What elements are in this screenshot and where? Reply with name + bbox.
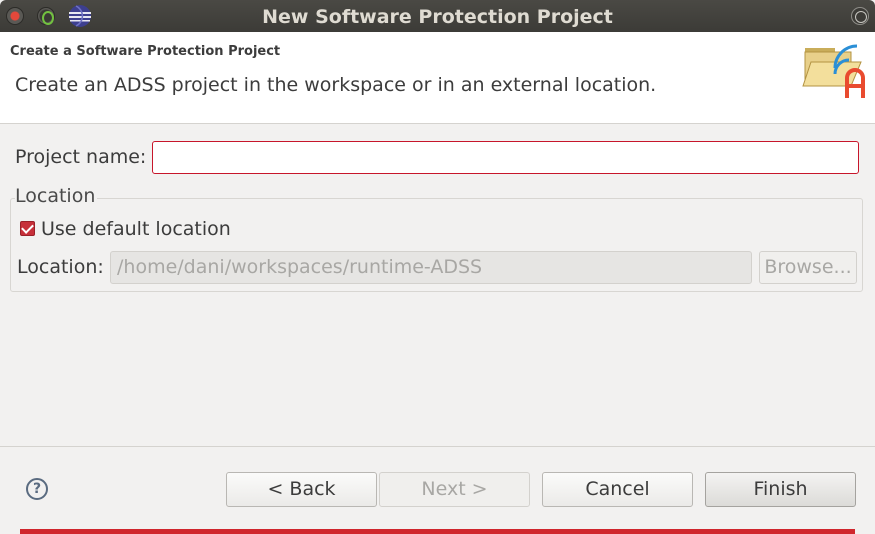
cancel-button[interactable]: Cancel [542,472,693,507]
next-button: Next > [379,472,530,507]
back-button[interactable]: < Back [226,472,377,507]
title-bar: New Software Protection Project [0,0,875,32]
wizard-header: Create a Software Protection Project Cre… [0,32,875,124]
location-group-label: Location [15,185,98,207]
use-default-location-label[interactable]: Use default location [41,218,231,240]
project-name-input[interactable] [152,141,859,174]
location-label: Location: [17,256,104,278]
browse-button: Browse... [759,251,857,284]
help-icon[interactable]: ? [26,478,48,500]
wizard-page-title: Create a Software Protection Project [10,44,281,59]
folder-wizard-icon [802,44,865,98]
wizard-page-description: Create an ADSS project in the workspace … [15,74,657,96]
use-default-location-checkbox[interactable] [20,221,35,236]
location-input: /home/dani/workspaces/runtime-ADSS [110,251,752,284]
footer-separator [0,446,875,447]
window-title: New Software Protection Project [262,6,613,28]
finish-button[interactable]: Finish [705,472,856,507]
maximize-icon[interactable] [851,7,869,25]
project-name-label: Project name: [15,146,147,168]
bottom-accent-bar [20,529,855,534]
